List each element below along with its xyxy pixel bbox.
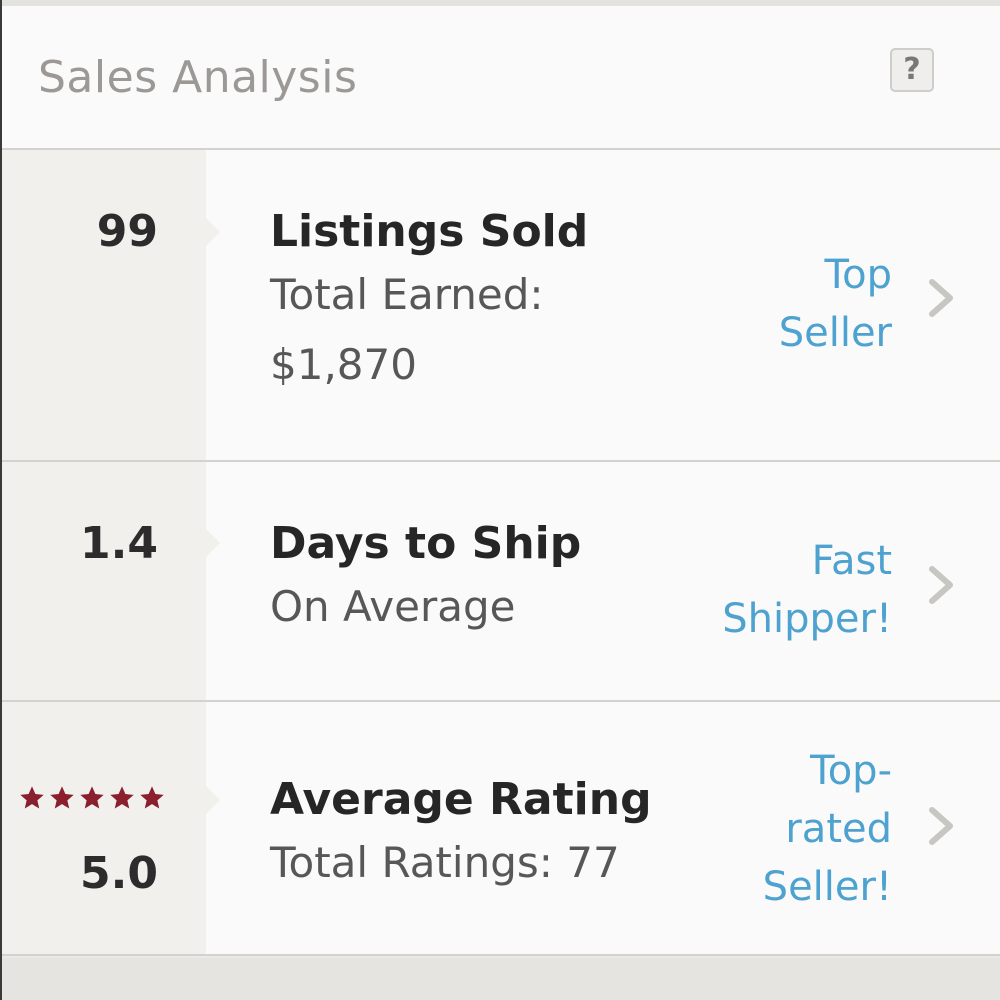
stat-subtitle-line: Total Ratings: 77 [270, 838, 620, 887]
stat-title: Listings Sold [270, 206, 589, 257]
star-icon [140, 786, 164, 809]
stat-row-listings-sold[interactable]: 99 Listings Sold Total Earned: $1,870 To… [2, 150, 1000, 462]
metric-cell: 5.0 [2, 702, 220, 954]
stat-subtitle-line: Total Earned: [270, 270, 544, 319]
stat-row-days-to-ship[interactable]: 1.4 Days to Ship On Average Fast Shipper… [2, 462, 1000, 702]
chevron-right-icon[interactable] [926, 276, 956, 320]
metric-cell: 99 [2, 150, 220, 460]
stat-subtitle-line: On Average [270, 582, 516, 631]
panel-header: Sales Analysis ? [2, 6, 1000, 150]
sales-analysis-panel: Sales Analysis ? 99 Listings Sold Total … [0, 0, 1000, 1000]
stats-list: 99 Listings Sold Total Earned: $1,870 To… [2, 150, 1000, 956]
star-icon [80, 786, 104, 809]
panel-footer [2, 958, 1000, 1000]
stat-text: Listings Sold Total Earned: $1,870 [270, 204, 588, 400]
star-icon [110, 786, 134, 809]
panel-title: Sales Analysis [38, 52, 358, 103]
badge-line: Top [824, 252, 893, 298]
badge-line: Shipper! [722, 596, 892, 642]
stat-title: Average Rating [270, 774, 652, 825]
metric-value: 5.0 [80, 848, 158, 899]
metric-cell: 1.4 [2, 462, 220, 700]
chevron-right-icon[interactable] [926, 563, 956, 607]
badge-line: Seller! [762, 864, 892, 910]
metric-value: 99 [96, 206, 158, 257]
fast-shipper-link[interactable]: Fast Shipper! [722, 532, 892, 648]
help-button[interactable]: ? [890, 48, 934, 92]
badge-line: rated [785, 806, 892, 852]
badge-line: Seller [778, 310, 892, 356]
top-seller-link[interactable]: Top Seller [779, 246, 892, 362]
stat-subtitle-line: $1,870 [270, 340, 417, 389]
stat-text: Days to Ship On Average [270, 516, 581, 642]
metric-value: 1.4 [80, 518, 158, 569]
badge-line: Fast [811, 538, 892, 584]
stat-row-average-rating[interactable]: 5.0 Average Rating Total Ratings: 77 Top… [2, 702, 1000, 956]
badge-line: Top- [810, 748, 892, 794]
star-rating [18, 784, 166, 816]
stat-text: Average Rating Total Ratings: 77 [270, 772, 652, 898]
star-icon [20, 786, 44, 809]
stat-title: Days to Ship [270, 518, 582, 569]
top-rated-seller-link[interactable]: Top- rated Seller! [763, 742, 892, 916]
chevron-right-icon[interactable] [926, 804, 956, 848]
star-icon [50, 786, 74, 809]
